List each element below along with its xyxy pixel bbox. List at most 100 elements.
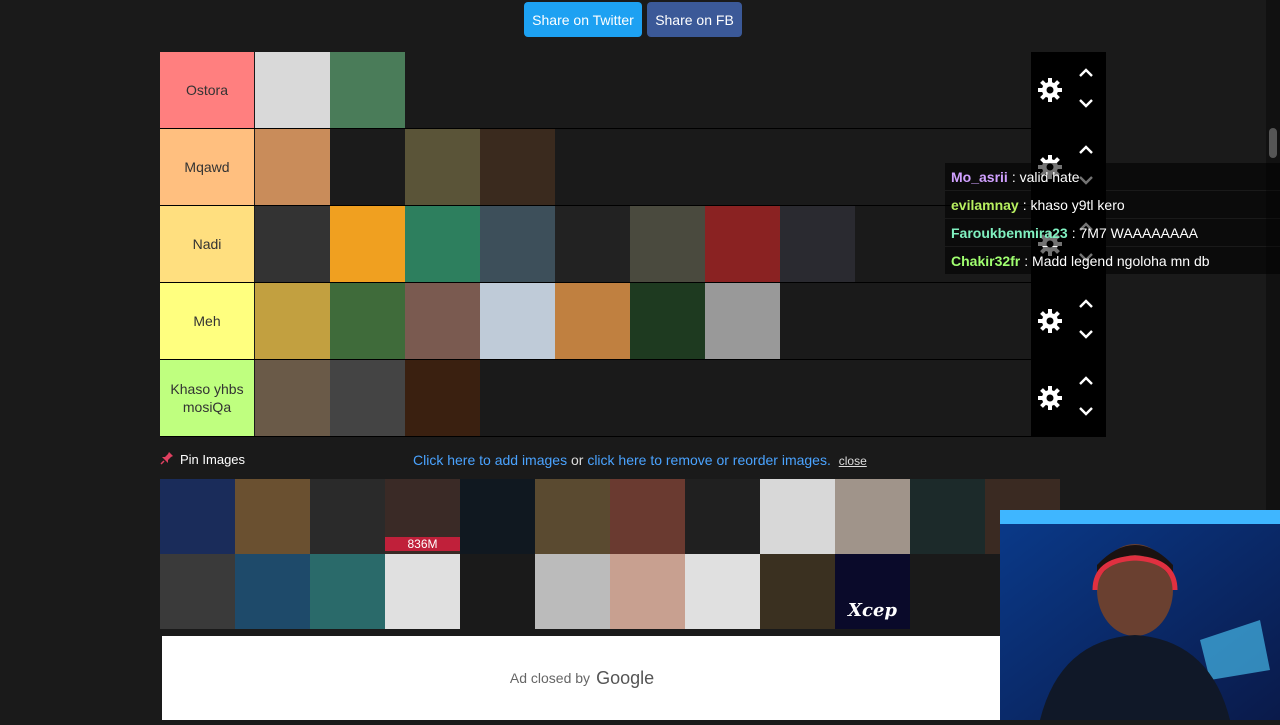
artist-image[interactable] [405, 206, 480, 282]
pool-image[interactable] [610, 479, 685, 554]
chat-username: Faroukbenmira23 [951, 224, 1068, 241]
pool-image[interactable] [835, 479, 910, 554]
tier-label[interactable]: Nadi [160, 206, 254, 282]
pool-image[interactable] [685, 554, 760, 629]
artist-image[interactable] [405, 283, 480, 359]
tier-label[interactable]: Meh [160, 283, 254, 359]
artist-image[interactable] [330, 129, 405, 205]
pool-image[interactable] [760, 479, 835, 554]
pool-image[interactable] [685, 479, 760, 554]
remove-reorder-images-link[interactable]: click here to remove or reorder images. [587, 452, 831, 468]
chevron-up-icon[interactable] [1077, 64, 1095, 82]
artist-image[interactable] [255, 283, 330, 359]
artist-image[interactable] [330, 283, 405, 359]
pool-image[interactable] [910, 479, 985, 554]
tier-images [255, 283, 780, 359]
chat-text: : khaso y9tl kero [1022, 196, 1125, 213]
chat-message: evilamnay: khaso y9tl kero [945, 191, 1280, 218]
pool-image[interactable] [235, 479, 310, 554]
chat-username: Mo_asrii [951, 168, 1008, 185]
tier-row: Ostora [160, 52, 1106, 129]
tier-controls [1031, 360, 1106, 436]
artist-image[interactable] [555, 206, 630, 282]
chat-username: Chakir32fr [951, 252, 1021, 269]
gear-icon[interactable] [1036, 76, 1064, 109]
pool-image[interactable] [310, 554, 385, 629]
tier-controls [1031, 52, 1106, 128]
pool-image[interactable] [460, 554, 535, 629]
pool-image[interactable] [610, 554, 685, 629]
tier-images [255, 52, 405, 128]
image-caption: 836M [385, 537, 460, 551]
artist-image[interactable] [330, 52, 405, 128]
artist-image[interactable] [780, 206, 855, 282]
chevron-down-icon[interactable] [1077, 402, 1095, 420]
image-pool-row: 836M [160, 479, 1060, 554]
chat-text: : 7M7 WAAAAAAAA [1071, 224, 1199, 241]
artist-image[interactable] [630, 283, 705, 359]
webcam-overlay [1000, 510, 1280, 720]
artist-image[interactable] [480, 206, 555, 282]
artist-image[interactable] [705, 206, 780, 282]
google-logo: Google [596, 667, 655, 688]
chat-text: : valid hate [1011, 168, 1080, 185]
artist-image[interactable] [405, 360, 480, 436]
chat-username: evilamnay [951, 196, 1019, 213]
artist-image[interactable] [555, 283, 630, 359]
gear-icon[interactable] [1036, 384, 1064, 417]
pool-image[interactable] [160, 554, 235, 629]
pool-image[interactable] [235, 554, 310, 629]
artist-image[interactable] [330, 360, 405, 436]
pin-images-toggle[interactable]: Pin Images [160, 451, 245, 468]
artist-image[interactable] [705, 283, 780, 359]
chevron-down-icon[interactable] [1077, 94, 1095, 112]
pushpin-icon [160, 451, 174, 468]
pool-image[interactable]: Xcep [835, 554, 910, 629]
tier-row: Khaso yhbs mosiQa [160, 360, 1106, 437]
artist-image[interactable] [330, 206, 405, 282]
tier-controls [1031, 283, 1106, 359]
pool-image[interactable] [385, 554, 460, 629]
artist-image[interactable] [255, 129, 330, 205]
pool-image[interactable] [310, 479, 385, 554]
pool-image[interactable] [160, 479, 235, 554]
closed-ad-banner: Ad closed by Google [162, 636, 1002, 720]
scrollbar-thumb[interactable] [1269, 128, 1277, 158]
artist-image[interactable] [480, 129, 555, 205]
artist-image[interactable] [630, 206, 705, 282]
chevron-up-icon[interactable] [1077, 141, 1095, 159]
pool-image[interactable]: 836M [385, 479, 460, 554]
image-caption: Xcep [848, 600, 897, 621]
artist-image[interactable] [255, 52, 330, 128]
chat-text: : Madd legend ngoloha mn db [1024, 252, 1210, 269]
tier-images [255, 129, 555, 205]
pool-image[interactable] [760, 554, 835, 629]
tier-label[interactable]: Mqawd [160, 129, 254, 205]
tier-label[interactable]: Khaso yhbs mosiQa [160, 360, 254, 436]
ad-closed-text: Ad closed by [509, 670, 591, 686]
chevron-down-icon[interactable] [1077, 325, 1095, 343]
chevron-up-icon[interactable] [1077, 372, 1095, 390]
pool-image[interactable] [535, 554, 610, 629]
artist-image[interactable] [480, 283, 555, 359]
chat-message: Faroukbenmira23: 7M7 WAAAAAAAA [945, 219, 1280, 246]
image-links: Click here to add images or click here t… [413, 452, 867, 468]
share-twitter-button[interactable]: Share on Twitter [524, 2, 642, 37]
add-images-link[interactable]: Click here to add images [413, 452, 567, 468]
tier-row: Meh [160, 283, 1106, 360]
chat-message: Mo_asrii: valid hate [945, 163, 1280, 190]
pool-image[interactable] [460, 479, 535, 554]
tier-images [255, 360, 480, 436]
pool-image[interactable] [535, 479, 610, 554]
chevron-up-icon[interactable] [1077, 295, 1095, 313]
image-pool: 836M Xcep [160, 479, 1060, 629]
share-facebook-button[interactable]: Share on FB [647, 2, 742, 37]
artist-image[interactable] [255, 206, 330, 282]
artist-image[interactable] [405, 129, 480, 205]
links-or-text: or [567, 452, 588, 468]
artist-image[interactable] [255, 360, 330, 436]
chat-message: Chakir32fr: Madd legend ngoloha mn db [945, 247, 1280, 274]
gear-icon[interactable] [1036, 307, 1064, 340]
close-link[interactable]: close [839, 454, 867, 468]
tier-label[interactable]: Ostora [160, 52, 254, 128]
